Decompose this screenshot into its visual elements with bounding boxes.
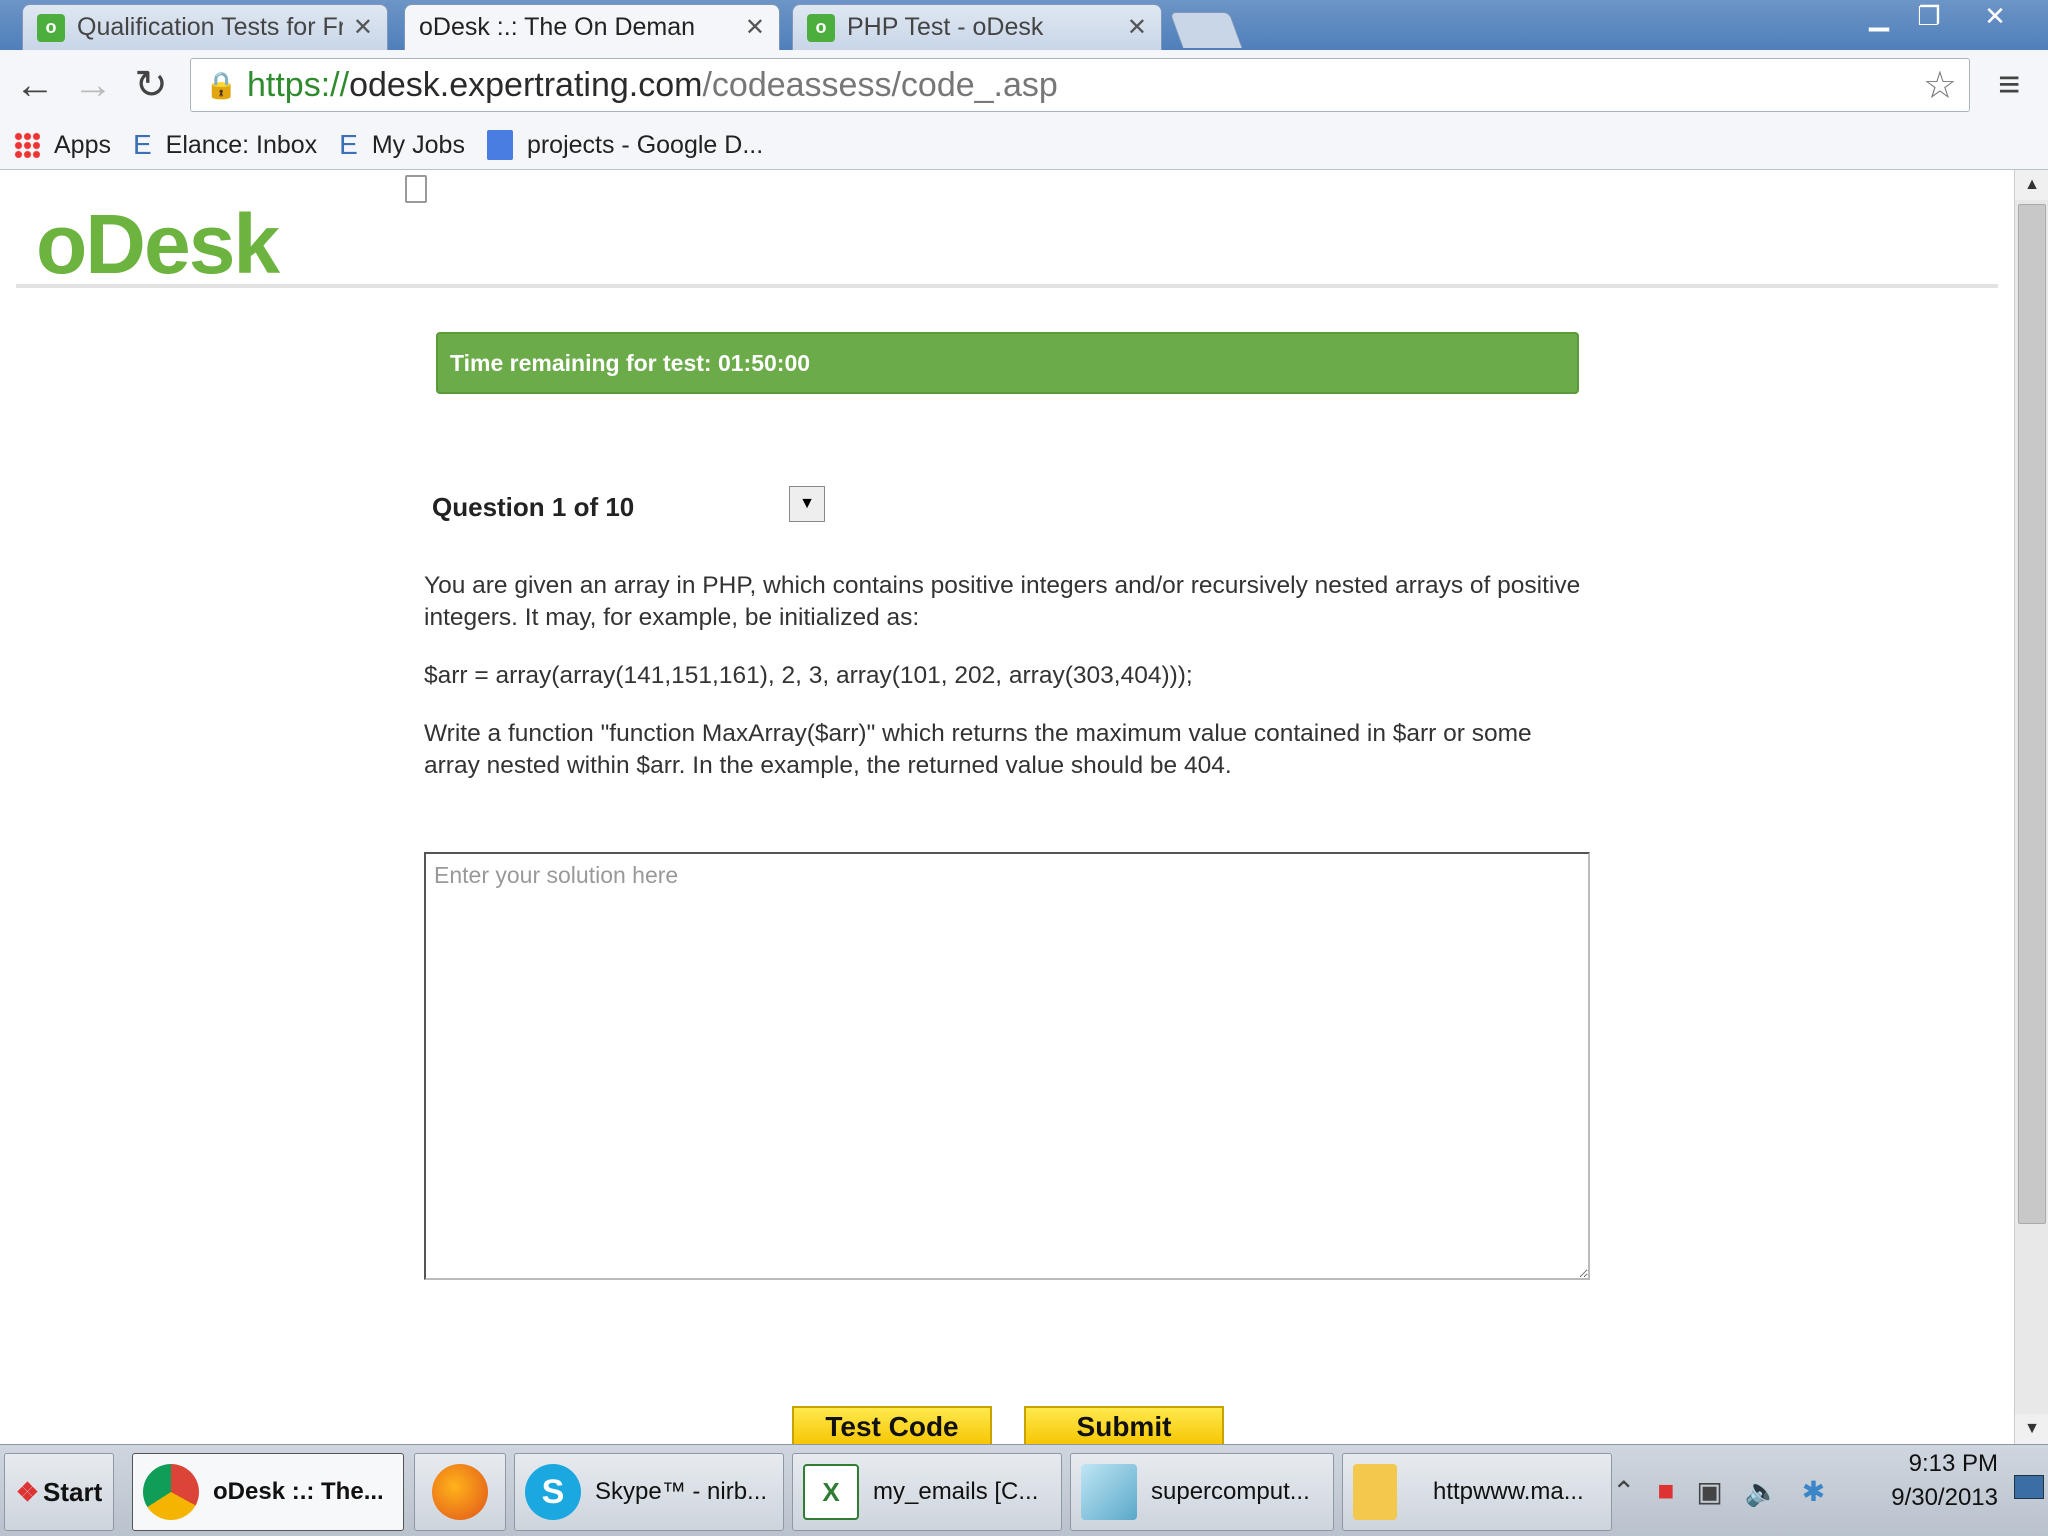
bookmark-label: My Jobs (371, 130, 465, 159)
vertical-scrollbar[interactable]: ▲ ▼ (2014, 170, 2048, 1444)
page-icon (405, 175, 427, 203)
windows-flag-icon[interactable]: ■ (1657, 1475, 1674, 1507)
windows-logo-icon: ❖ (15, 1476, 40, 1507)
bookmark-elance-inbox[interactable]: E Elance: Inbox (133, 129, 317, 161)
taskbar-label: oDesk :.: The... (213, 1478, 384, 1505)
taskbar-label: supercomput... (1151, 1478, 1310, 1505)
odesk-icon: o (37, 13, 65, 42)
test-code-button[interactable]: Test Code (792, 1406, 992, 1446)
close-icon[interactable]: ✕ (745, 13, 765, 42)
taskbar-item-excel[interactable]: X my_emails [C... (792, 1453, 1062, 1531)
scrollbar-thumb[interactable] (2018, 204, 2046, 1224)
tab-label: oDesk :.: The On Deman (419, 13, 696, 41)
tab-label: Qualification Tests for Fre (77, 13, 343, 41)
scroll-down-icon[interactable]: ▼ (2015, 1414, 2048, 1444)
notepad-icon (1081, 1464, 1137, 1520)
elance-icon: E (339, 129, 358, 160)
tab-qualification-tests[interactable]: o Qualification Tests for Fre ✕ (22, 4, 388, 50)
close-window-icon[interactable]: ✕ (1972, 2, 2018, 32)
show-desktop-button[interactable] (2014, 1475, 2044, 1499)
tab-php-test[interactable]: o PHP Test - oDesk ✕ (792, 4, 1162, 50)
network-icon[interactable]: ▣ (1696, 1475, 1722, 1508)
bookmark-projects-google-doc[interactable]: projects - Google D... (486, 130, 764, 160)
odesk-icon: o (807, 13, 835, 42)
browser-titlebar: o Qualification Tests for Fre ✕ oDesk :.… (0, 0, 2048, 203)
minimize-icon[interactable]: ▁ (1856, 2, 1902, 32)
tab-odesk-on-demand[interactable]: oDesk :.: The On Deman ✕ (404, 4, 780, 203)
volume-icon[interactable]: 🔈 (1745, 1475, 1780, 1508)
restore-icon[interactable]: ❐ (1906, 2, 1952, 32)
forward-icon[interactable]: → (70, 60, 116, 110)
clock-date: 9/30/2013 (1891, 1484, 1998, 1511)
question-counter: Question 1 of 10 (432, 492, 635, 522)
new-tab-button[interactable] (1169, 12, 1243, 48)
taskbar-item-firefox[interactable] (414, 1453, 506, 1531)
folder-icon (1353, 1464, 1397, 1520)
taskbar-label: Skype™ - nirb... (595, 1478, 768, 1505)
windows-taskbar: ❖ Start oDesk :.: The... S Skype™ - nirb… (0, 1444, 2048, 1536)
firefox-icon (432, 1464, 488, 1520)
bookmarks-bar: Apps E Elance: Inbox E My Jobs projects … (0, 122, 2048, 168)
page-content: oDesk Time remaining for test: 01:50:00 … (0, 170, 2014, 1446)
bookmark-label: projects - Google D... (526, 130, 764, 159)
start-label: Start (43, 1476, 103, 1507)
lock-icon: 🔒 (205, 69, 238, 100)
elance-icon: E (132, 129, 152, 160)
url-scheme: https:// (247, 65, 350, 104)
address-bar[interactable]: 🔒 https:// odesk.expertrating.com /codea… (190, 58, 1970, 112)
taskbar-item-chrome[interactable]: oDesk :.: The... (132, 1453, 404, 1531)
taskbar-item-skype[interactable]: S Skype™ - nirb... (514, 1453, 784, 1531)
google-doc-icon (486, 130, 513, 160)
bookmark-my-jobs[interactable]: E My Jobs (339, 129, 465, 161)
close-icon[interactable]: ✕ (353, 13, 373, 42)
reload-icon[interactable]: ↻ (128, 60, 174, 110)
apps-icon (14, 132, 40, 158)
skype-icon: S (525, 1464, 581, 1520)
back-icon[interactable]: ← (12, 60, 58, 110)
tray-expand-icon[interactable]: ⌃ (1612, 1475, 1635, 1508)
clock-time: 9:13 PM (1908, 1450, 1998, 1477)
url-host: odesk.expertrating.com (349, 65, 703, 104)
browser-toolbar: ← → ↻ 🔒 https:// odesk.expertrating.com … (0, 50, 2048, 170)
close-icon[interactable]: ✕ (1127, 13, 1147, 42)
tab-label: PHP Test - oDesk (847, 13, 1044, 41)
odesk-logo[interactable]: oDesk (36, 196, 280, 293)
chrome-icon (143, 1464, 199, 1520)
solution-textarea[interactable] (424, 852, 1590, 1280)
taskbar-label: httpwww.ma... (1433, 1478, 1584, 1505)
bookmark-apps[interactable]: Apps (14, 131, 111, 160)
url-path: /codeassess/code_.asp (702, 65, 1058, 104)
taskbar-item-notepad[interactable]: supercomput... (1070, 1453, 1334, 1531)
bookmark-star-icon[interactable]: ☆ (1923, 63, 1957, 108)
question-paragraph-2: Write a function "function MaxArray($arr… (424, 720, 1532, 779)
chevron-down-icon: ▼ (799, 495, 815, 512)
scroll-up-icon[interactable]: ▲ (2015, 170, 2048, 200)
bookmark-label: Elance: Inbox (165, 130, 318, 159)
question-code-example: $arr = array(array(141,151,161), 2, 3, a… (424, 662, 1193, 689)
start-button[interactable]: ❖ Start (4, 1453, 114, 1531)
taskbar-clock[interactable]: 9:13 PM 9/30/2013 (1891, 1447, 1998, 1515)
question-paragraph-1: You are given an array in PHP, which con… (424, 572, 1581, 631)
taskbar-item-folder[interactable]: httpwww.ma... (1342, 1453, 1612, 1531)
menu-icon[interactable]: ≡ (1998, 64, 2020, 107)
taskbar-label: my_emails [C... (873, 1478, 1039, 1505)
question-select-dropdown[interactable]: ▼ (789, 486, 825, 522)
time-remaining-banner: Time remaining for test: 01:50:00 (436, 332, 1579, 394)
header-divider (16, 284, 1998, 288)
excel-icon: X (803, 1464, 859, 1520)
bookmark-label: Apps (54, 130, 111, 159)
submit-button[interactable]: Submit (1024, 1406, 1224, 1446)
bluetooth-icon[interactable]: ✱ (1802, 1475, 1825, 1508)
